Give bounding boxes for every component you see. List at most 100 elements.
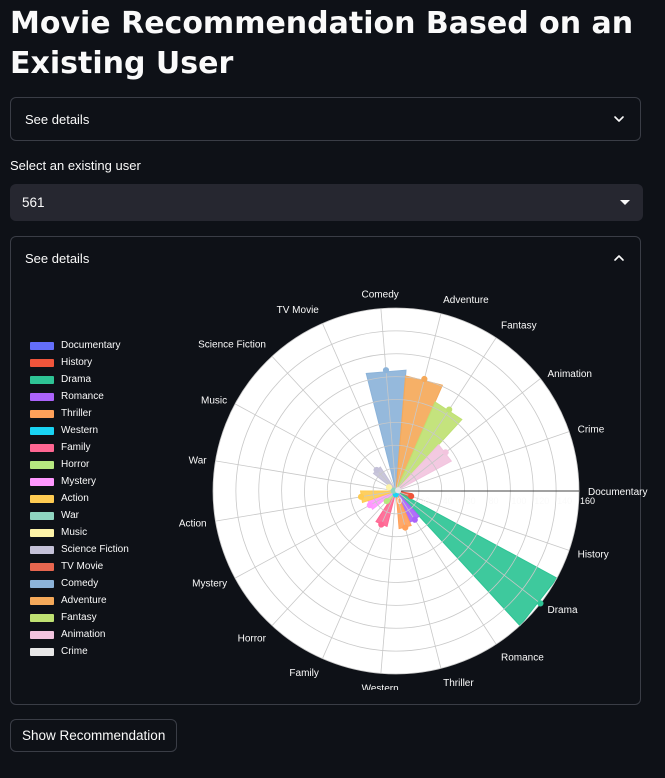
show-recommendation-button[interactable]: Show Recommendation — [10, 719, 178, 752]
legend-swatch — [30, 647, 54, 656]
legend-swatch — [30, 596, 54, 605]
angular-axis-label: Documentary — [588, 487, 647, 498]
radar-chart: 0 20 40 60 80 100 120 140 160DocumentaryHistoryD… — [179, 290, 648, 690]
legend-swatch — [30, 545, 54, 554]
angular-axis-label: History — [578, 549, 609, 560]
legend-item[interactable]: Crime — [30, 643, 129, 660]
chevron-down-icon — [612, 112, 626, 126]
angular-axis-label: Romance — [501, 653, 544, 664]
legend-label: Comedy — [61, 578, 99, 589]
radial-tick-label: 20 — [420, 496, 430, 506]
user-select[interactable]: 561 — [10, 184, 643, 221]
legend-label: Mystery — [61, 476, 96, 487]
chevron-up-icon — [612, 251, 626, 265]
angular-axis-label: Drama — [548, 605, 578, 616]
angular-axis-label: Adventure — [443, 295, 489, 306]
radial-tick-label: 80 — [489, 496, 499, 506]
series-marker — [373, 466, 380, 474]
user-select-value: 561 — [22, 195, 45, 210]
angular-axis-label: Action — [179, 519, 207, 530]
series-marker — [537, 600, 544, 607]
angular-axis-label: Crime — [578, 425, 605, 436]
legend-swatch — [30, 460, 54, 469]
legend-item[interactable]: TV Movie — [30, 558, 129, 575]
legend-swatch — [30, 528, 54, 537]
legend-swatch — [30, 613, 54, 622]
angular-axis-label: Fantasy — [501, 320, 537, 331]
expander-label: See details — [25, 250, 90, 266]
legend-label: Crime — [61, 646, 88, 657]
legend-item[interactable]: Drama — [30, 371, 129, 388]
expander-header[interactable]: See details — [11, 98, 640, 140]
legend-item[interactable]: Fantasy — [30, 609, 129, 626]
legend-item[interactable]: Mystery — [30, 473, 129, 490]
legend-item[interactable]: Music — [30, 524, 129, 541]
legend-label: Fantasy — [61, 612, 97, 623]
details-expander-top[interactable]: See details — [10, 97, 641, 141]
legend-item[interactable]: Horror — [30, 456, 129, 473]
legend-item[interactable]: War — [30, 507, 129, 524]
legend-label: Adventure — [61, 595, 107, 606]
series-marker — [421, 375, 428, 383]
legend-item[interactable]: History — [30, 354, 129, 371]
series-marker — [395, 487, 402, 494]
legend-swatch — [30, 375, 54, 384]
legend-swatch — [30, 630, 54, 639]
chart-legend: Documentary History Drama Romance Thriller We… — [30, 337, 129, 660]
legend-item[interactable]: Documentary — [30, 337, 129, 354]
angular-axis-label: Family — [289, 668, 318, 679]
series-marker — [411, 516, 418, 523]
legend-label: Romance — [61, 391, 104, 402]
legend-swatch — [30, 426, 54, 435]
legend-swatch — [30, 477, 54, 486]
legend-label: Western — [61, 425, 99, 436]
legend-item[interactable]: Romance — [30, 388, 129, 405]
legend-label: Drama — [61, 374, 92, 385]
radial-tick-label: 0 — [397, 496, 402, 506]
legend-swatch — [30, 443, 54, 452]
legend-item[interactable]: Animation — [30, 626, 129, 643]
series-marker — [402, 524, 409, 531]
angular-axis-label: TV Movie — [277, 305, 320, 316]
series-marker — [446, 406, 453, 413]
series-marker — [357, 493, 365, 500]
legend-item[interactable]: Family — [30, 439, 129, 456]
angular-axis-label: Thriller — [443, 678, 474, 689]
angular-axis-label: Animation — [548, 369, 592, 380]
series-marker — [442, 449, 449, 456]
series-marker — [385, 484, 393, 491]
user-select-label: Select an existing user — [10, 158, 141, 173]
radial-tick-label: 100 — [511, 496, 526, 506]
legend-label: Family — [61, 442, 91, 453]
expander-label: See details — [25, 111, 90, 127]
angular-axis-label: Western — [362, 683, 399, 690]
legend-swatch — [30, 392, 54, 401]
legend-item[interactable]: Science Fiction — [30, 541, 129, 558]
angular-axis-label: Horror — [238, 633, 267, 644]
angular-axis-label: Music — [201, 396, 227, 407]
legend-item[interactable]: Action — [30, 490, 129, 507]
series-marker — [366, 502, 373, 509]
legend-item[interactable]: Thriller — [30, 405, 129, 422]
radial-tick-label: 140 — [557, 496, 572, 506]
legend-label: Horror — [61, 459, 90, 470]
page-title: Movie Recommendation Based on an Existin… — [10, 6, 634, 81]
legend-swatch — [30, 341, 54, 350]
legend-label: History — [61, 357, 93, 368]
legend-swatch — [30, 511, 54, 520]
series-marker — [378, 521, 385, 528]
caret-down-icon — [619, 195, 631, 210]
legend-label: Thriller — [61, 408, 92, 419]
legend-item[interactable]: Comedy — [30, 575, 129, 592]
series-marker — [382, 367, 390, 374]
legend-label: Science Fiction — [61, 544, 129, 555]
legend-item[interactable]: Adventure — [30, 592, 129, 609]
angular-axis-label: Mystery — [192, 578, 227, 589]
radial-tick-label: 120 — [534, 496, 549, 506]
radial-tick-label: 60 — [466, 496, 476, 506]
legend-swatch — [30, 562, 54, 571]
legend-item[interactable]: Western — [30, 422, 129, 439]
angular-axis-label: War — [189, 455, 208, 466]
legend-swatch — [30, 409, 54, 418]
series-marker — [383, 497, 390, 505]
